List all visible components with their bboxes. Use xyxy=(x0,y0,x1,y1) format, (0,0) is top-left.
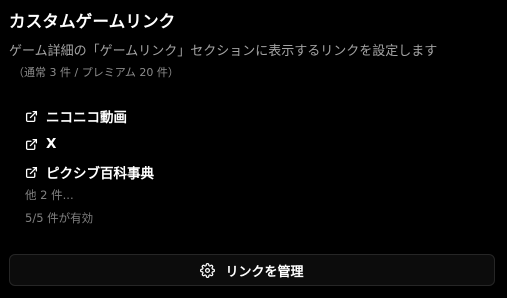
gear-icon xyxy=(200,262,216,278)
link-item-x[interactable]: X xyxy=(25,130,154,158)
active-links-count: 5/5 件が有効 xyxy=(25,211,94,225)
link-limit-counts: （通常 3 件 / プレミアム 20 件） xyxy=(13,66,179,79)
external-link-icon xyxy=(25,110,38,123)
link-label: ニコニコ動画 xyxy=(46,110,127,126)
link-label: ピクシブ百科事典 xyxy=(46,166,154,182)
link-label: X xyxy=(46,136,57,152)
section-title: カスタムゲームリンク xyxy=(9,12,176,31)
link-list: ニコニコ動画 X ピクシブ百科事典 xyxy=(25,102,154,186)
external-link-icon xyxy=(25,166,38,179)
manage-button-label: リンクを管理 xyxy=(225,264,304,280)
custom-game-links-panel: カスタムゲームリンク ゲーム詳細の「ゲームリンク」セクションに表示するリンクを設… xyxy=(0,0,507,298)
section-description: ゲーム詳細の「ゲームリンク」セクションに表示するリンクを設定します xyxy=(9,44,438,59)
more-links-text: 他 2 件... xyxy=(25,188,74,202)
manage-links-button[interactable]: リンクを管理 xyxy=(9,254,495,286)
link-item-niconico[interactable]: ニコニコ動画 xyxy=(25,102,154,130)
external-link-icon xyxy=(25,138,38,151)
link-item-pixiv-encyclopedia[interactable]: ピクシブ百科事典 xyxy=(25,158,154,186)
